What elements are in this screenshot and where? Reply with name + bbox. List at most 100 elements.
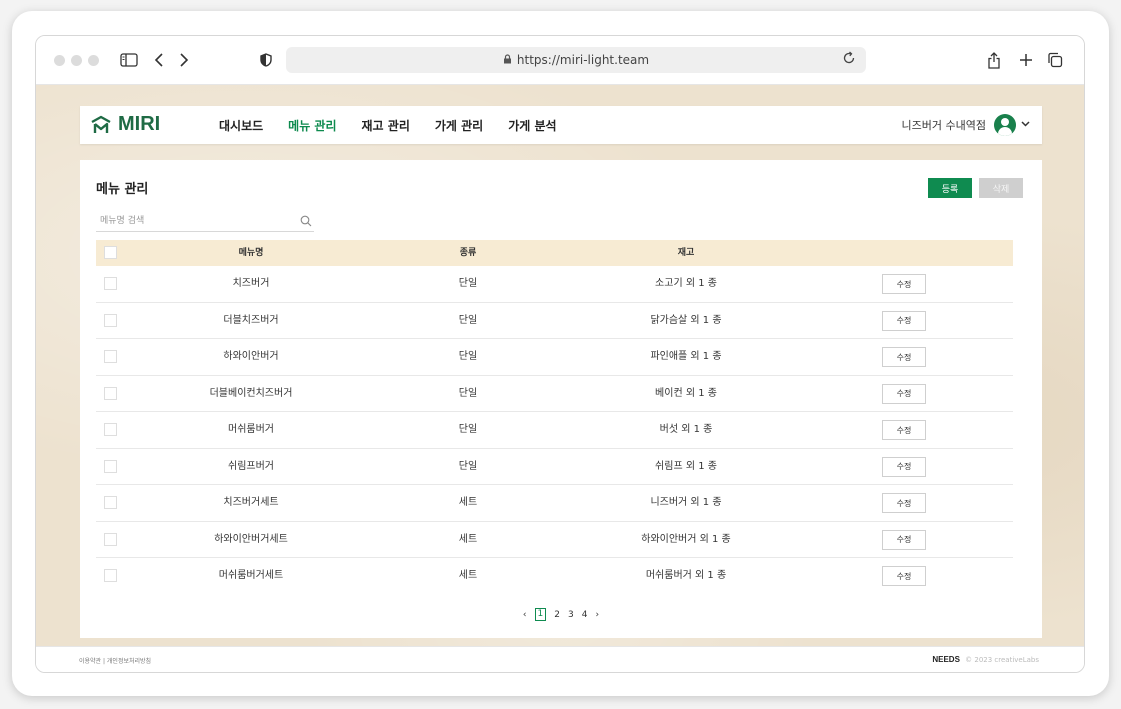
edit-button[interactable]: 수정 <box>882 456 926 477</box>
row-checkbox[interactable] <box>104 277 117 290</box>
nav-inventory-management[interactable]: 재고 관리 <box>362 117 410 134</box>
nav-dashboard[interactable]: 대시보드 <box>219 117 263 134</box>
row-checkbox[interactable] <box>104 350 117 363</box>
chevron-down-icon[interactable] <box>1021 120 1030 130</box>
address-bar[interactable]: https://miri-light.team <box>286 47 866 73</box>
cell-menu-name: 치즈버거 <box>232 278 270 289</box>
table-row: 치즈버거세트 세트 니즈버거 외 1 종 수정 <box>96 485 1013 522</box>
table-header: 메뉴명 종류 재고 <box>96 240 1013 266</box>
register-button[interactable]: 등록 <box>928 178 972 198</box>
cell-menu-name: 하와이안버거 <box>223 351 279 362</box>
cell-stock: 닭가슴살 외 1 종 <box>650 314 722 326</box>
cell-menu-name: 쉬림프버거 <box>228 460 274 472</box>
header-type: 종류 <box>459 248 477 258</box>
miri-logo-icon <box>91 115 111 133</box>
share-icon[interactable] <box>987 48 1001 72</box>
next-page-button[interactable]: › <box>595 610 599 620</box>
avatar-icon[interactable] <box>994 114 1016 136</box>
lock-icon <box>503 53 512 67</box>
row-checkbox[interactable] <box>104 386 117 400</box>
footer-brand: NEEDS © 2023 creativeLabs <box>932 655 1039 664</box>
row-checkbox[interactable] <box>104 459 117 473</box>
reload-icon[interactable] <box>842 51 856 69</box>
footer-links[interactable]: 이용약관 | 개인정보처리방침 <box>79 656 151 665</box>
cell-type: 세트 <box>458 570 478 581</box>
cell-menu-name: 머쉬룸버거 <box>228 424 274 435</box>
tabs-overview-icon[interactable] <box>1047 48 1063 72</box>
nav-store-analytics[interactable]: 가게 분석 <box>508 117 556 134</box>
cell-menu-name: 치즈버거세트 <box>223 497 279 508</box>
back-icon[interactable] <box>154 48 164 72</box>
cell-stock: 소고기 외 1 종 <box>655 278 717 289</box>
cell-type: 단일 <box>458 460 478 472</box>
site-footer: 이용약관 | 개인정보처리방침 NEEDS © 2023 creativeLab… <box>36 646 1084 672</box>
new-tab-icon[interactable] <box>1019 48 1033 72</box>
page-4-button[interactable]: 4 <box>582 610 588 620</box>
cell-type: 단일 <box>458 278 478 289</box>
logo-text: MIRI <box>118 113 161 135</box>
user-menu[interactable]: 니즈버거 수내역점 <box>902 106 1030 144</box>
shield-icon[interactable] <box>260 48 272 72</box>
browser-toolbar: https://miri-light.team <box>36 36 1084 85</box>
table-row: 더블베이컨치즈버거 단일 베이컨 외 1 종 수정 <box>96 376 1013 412</box>
sidebar-toggle-icon[interactable] <box>120 48 138 72</box>
brand-name: NEEDS <box>932 655 960 664</box>
cell-stock: 니즈버거 외 1 종 <box>650 497 722 508</box>
row-checkbox[interactable] <box>104 496 117 509</box>
header-stock: 재고 <box>677 248 695 258</box>
prev-page-button[interactable]: ‹ <box>523 610 527 620</box>
page-2-button[interactable]: 2 <box>554 610 560 620</box>
edit-button[interactable]: 수정 <box>882 274 926 294</box>
table-row: 하와이안버거 단일 파인애플 외 1 종 수정 <box>96 339 1013 376</box>
edit-button[interactable]: 수정 <box>882 347 926 367</box>
edit-button[interactable]: 수정 <box>882 310 926 331</box>
search-box <box>96 208 314 232</box>
cell-type: 단일 <box>458 424 478 435</box>
nav-menu-management[interactable]: 메뉴 관리 <box>288 117 336 134</box>
cell-type: 세트 <box>458 497 478 508</box>
page-background: MIRI 대시보드 메뉴 관리 재고 관리 가게 관리 가게 분석 니즈버거 수… <box>36 85 1084 646</box>
cell-stock: 버섯 외 1 종 <box>659 424 713 435</box>
search-icon[interactable] <box>300 212 312 231</box>
cell-stock: 파인애플 외 1 종 <box>650 351 722 362</box>
table-row: 치즈버거 단일 소고기 외 1 종 수정 <box>96 266 1013 303</box>
row-checkbox[interactable] <box>104 313 117 327</box>
select-all-checkbox[interactable] <box>104 246 117 259</box>
forward-icon[interactable] <box>179 48 189 72</box>
window-minimize-dot[interactable] <box>71 55 82 66</box>
edit-button[interactable]: 수정 <box>882 420 926 440</box>
row-checkbox[interactable] <box>104 532 117 546</box>
cell-menu-name: 하와이안버거세트 <box>214 533 288 545</box>
edit-button[interactable]: 수정 <box>882 383 926 404</box>
page-title: 메뉴 관리 <box>96 182 149 197</box>
table-body: 치즈버거 단일 소고기 외 1 종 수정 더블치즈버거 단일 닭가슴살 외 1 … <box>96 266 1013 595</box>
edit-button[interactable]: 수정 <box>882 566 926 586</box>
url-text: https://miri-light.team <box>516 53 650 67</box>
main-nav: 대시보드 메뉴 관리 재고 관리 가게 관리 가게 분석 <box>219 106 582 144</box>
window-zoom-dot[interactable] <box>88 55 99 66</box>
row-checkbox[interactable] <box>104 569 117 582</box>
search-input[interactable] <box>96 210 286 232</box>
logo[interactable]: MIRI <box>90 113 160 136</box>
device-frame: https://miri-light.team MIRI 대시보드 메뉴 관리 … <box>12 11 1109 696</box>
app-header: MIRI 대시보드 메뉴 관리 재고 관리 가게 관리 가게 분석 니즈버거 수… <box>80 106 1042 144</box>
table-row: 하와이안버거세트 세트 하와이안버거 외 1 종 수정 <box>96 522 1013 558</box>
user-name: 니즈버거 수내역점 <box>901 119 986 132</box>
cell-type: 단일 <box>458 351 478 362</box>
cell-type: 단일 <box>458 387 478 399</box>
edit-button[interactable]: 수정 <box>882 493 926 513</box>
window-close-dot[interactable] <box>54 55 65 66</box>
cell-stock: 쉬림프 외 1 종 <box>655 460 717 472</box>
nav-store-management[interactable]: 가게 관리 <box>435 117 483 134</box>
cell-stock: 베이컨 외 1 종 <box>655 387 717 399</box>
delete-button[interactable]: 삭제 <box>979 178 1023 198</box>
page-3-button[interactable]: 3 <box>568 610 574 620</box>
cell-menu-name: 더블치즈버거 <box>223 314 279 326</box>
page-1-button[interactable]: 1 <box>534 608 547 621</box>
menu-panel: 메뉴 관리 등록 삭제 메뉴명 종류 재고 <box>80 160 1042 638</box>
row-checkbox[interactable] <box>104 423 117 436</box>
table-row: 쉬림프버거 단일 쉬림프 외 1 종 수정 <box>96 449 1013 485</box>
edit-button[interactable]: 수정 <box>882 529 926 550</box>
table-row: 머쉬룸버거 단일 버섯 외 1 종 수정 <box>96 412 1013 449</box>
cell-type: 단일 <box>458 314 478 326</box>
